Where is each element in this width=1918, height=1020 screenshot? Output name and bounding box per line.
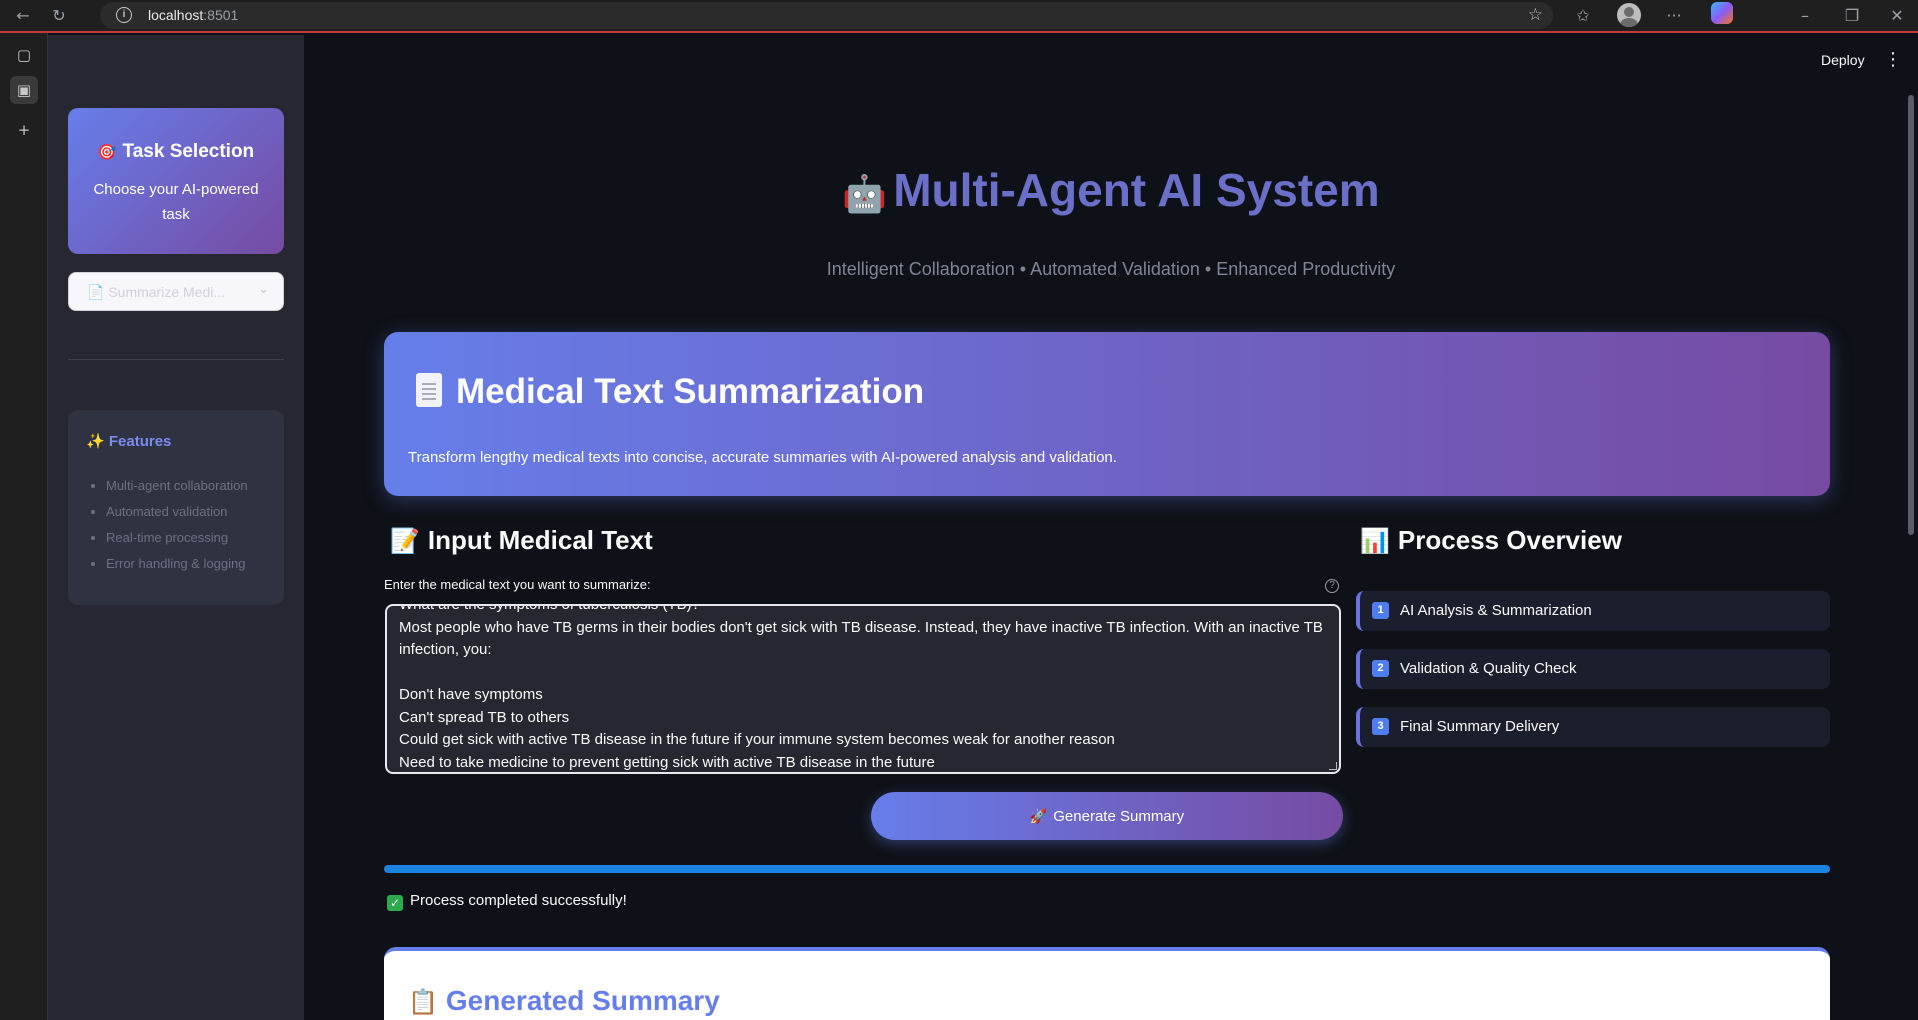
features-list: Multi-agent collaboration Automated vali… — [106, 473, 248, 577]
feature-item: Automated validation — [106, 499, 248, 525]
progress-bar — [384, 865, 1830, 873]
step-number-badge: 3 — [1372, 718, 1389, 735]
step-label: Validation & Quality Check — [1400, 660, 1577, 677]
sidebar: 🎯 Task Selection Choose your AI-powered t… — [48, 35, 304, 1020]
back-icon[interactable]: ← — [10, 4, 36, 28]
task-select-value: 📄 Summarize Medi... — [87, 284, 226, 300]
feature-item: Multi-agent collaboration — [106, 473, 248, 499]
main-menu-icon[interactable]: ⋮ — [1884, 49, 1902, 70]
banner-title: Medical Text Summarization — [416, 372, 924, 412]
task-selection-subtitle: Choose your AI-powered task — [93, 181, 259, 223]
summary-title: 📋 Generated Summary — [408, 985, 720, 1016]
step-label: Final Summary Delivery — [1400, 718, 1560, 735]
success-message: ✓ Process completed successfully! — [387, 892, 627, 911]
reload-icon[interactable]: ↻ — [46, 4, 72, 28]
tab-actions-icon[interactable]: ▢ — [10, 41, 38, 69]
banner-description: Transform lengthy medical texts into con… — [408, 449, 1117, 466]
target-icon: 🎯 — [97, 144, 117, 161]
address-bar[interactable]: i localhost:8501 ☆ — [100, 2, 1553, 29]
document-icon — [416, 373, 442, 407]
process-steps: 1 AI Analysis & Summarization 2 Validati… — [1356, 591, 1830, 765]
feature-item: Error handling & logging — [106, 551, 248, 577]
rocket-icon: 🚀 — [1029, 808, 1048, 824]
feature-item: Real-time processing — [106, 525, 248, 551]
url-text[interactable]: localhost:8501 — [148, 7, 238, 23]
main-content: Deploy ⋮ 🤖 Multi-Agent AI System Intellig… — [304, 35, 1918, 1020]
resize-handle-icon[interactable] — [1329, 762, 1337, 770]
vertical-tab-strip: ▢ ▣ + — [0, 33, 48, 1020]
browser-toolbar: ← ↻ i localhost:8501 ☆ ✩ ··· – ❐ ✕ — [0, 0, 1918, 33]
medical-text-value[interactable]: What are the symptoms of tuberculosis (T… — [399, 606, 1329, 772]
task-banner: Medical Text Summarization Transform len… — [384, 332, 1830, 496]
process-section-title: 📊 Process Overview — [1360, 525, 1622, 555]
profile-avatar[interactable] — [1617, 3, 1641, 27]
close-window-icon[interactable]: ✕ — [1884, 4, 1910, 28]
process-step: 2 Validation & Quality Check — [1356, 649, 1830, 689]
deploy-button[interactable]: Deploy — [1821, 52, 1865, 68]
sidebar-divider — [68, 359, 284, 360]
step-number-badge: 1 — [1372, 602, 1389, 619]
check-icon: ✓ — [387, 895, 403, 911]
input-label: Enter the medical text you want to summa… — [384, 577, 651, 592]
restore-icon[interactable]: ❐ — [1839, 4, 1865, 28]
input-section-title: 📝 Input Medical Text — [390, 525, 653, 555]
process-step: 1 AI Analysis & Summarization — [1356, 591, 1830, 631]
robot-icon: 🤖 — [842, 173, 888, 214]
favorite-star-icon[interactable]: ☆ — [1528, 5, 1543, 25]
features-card: ✨ Features Multi-agent collaboration Aut… — [68, 410, 284, 605]
features-title: ✨ Features — [86, 433, 172, 450]
step-number-badge: 2 — [1372, 660, 1389, 677]
generate-summary-button[interactable]: 🚀 Generate Summary — [871, 792, 1343, 840]
sparkles-icon: ✨ — [86, 433, 105, 450]
task-select[interactable]: 📄 Summarize Medi... ⌄ — [68, 272, 284, 311]
help-icon[interactable]: ? — [1325, 579, 1339, 593]
summary-card: 📋 Generated Summary — [384, 947, 1830, 1020]
step-label: AI Analysis & Summarization — [1400, 602, 1592, 619]
process-step: 3 Final Summary Delivery — [1356, 707, 1830, 747]
page-title: 🤖 Multi-Agent AI System — [842, 164, 1380, 216]
medical-text-input[interactable]: What are the symptoms of tuberculosis (T… — [385, 604, 1341, 774]
new-tab-icon[interactable]: + — [10, 116, 38, 144]
scrollbar[interactable] — [1908, 95, 1914, 535]
site-info-icon[interactable]: i — [116, 7, 132, 23]
clipboard-icon: 📋 — [408, 989, 438, 1016]
minimize-icon[interactable]: – — [1792, 4, 1818, 28]
task-selection-card: 🎯 Task Selection Choose your AI-powered t… — [68, 108, 284, 254]
bar-chart-icon: 📊 — [1360, 528, 1390, 555]
page-subtitle: Intelligent Collaboration • Automated Va… — [826, 259, 1396, 279]
copilot-icon[interactable] — [1711, 2, 1733, 24]
task-selection-title: 🎯 Task Selection — [97, 141, 255, 162]
memo-icon: 📝 — [390, 528, 420, 555]
active-tab-icon[interactable]: ▣ — [10, 76, 38, 104]
chevron-down-icon[interactable]: ⌄ — [258, 282, 269, 297]
favorites-icon[interactable]: ✩ — [1570, 4, 1596, 28]
more-menu-icon[interactable]: ··· — [1661, 4, 1687, 28]
